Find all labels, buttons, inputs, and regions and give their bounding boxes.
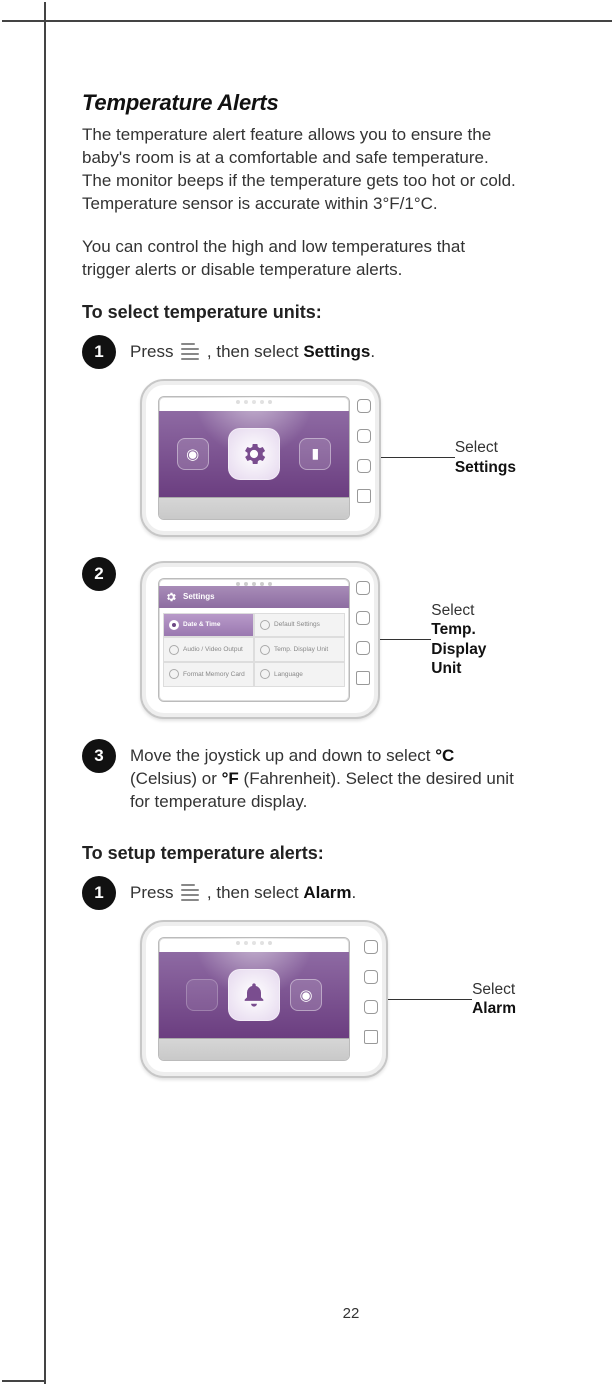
device-menu-button — [364, 1030, 378, 1044]
step-3-row: 3 Move the joystick up and down to selec… — [82, 739, 516, 814]
callout1-bold: Settings — [455, 459, 516, 476]
intro-paragraph-1: The temperature alert feature allows you… — [82, 124, 516, 216]
monitor-device: Settings Date & Time Default Settings Au… — [140, 561, 380, 719]
sec2-step-1-row: 1 Press , then select Alarm. — [82, 876, 516, 910]
page-number: 22 — [46, 1305, 612, 1322]
step-number-1: 1 — [82, 335, 116, 369]
gear-icon — [228, 428, 280, 480]
section-select-units-head: To select temperature units: — [82, 302, 516, 323]
menu-icon — [181, 884, 199, 901]
step3-mid1: (Celsius) or — [130, 769, 222, 788]
sec2-then-select: , then select — [207, 883, 303, 902]
intro-paragraph-2: You can control the high and low tempera… — [82, 236, 516, 282]
step3-fahrenheit-bold: °F — [222, 769, 239, 788]
callout-select-settings: Select Settings — [377, 438, 516, 477]
device-mic-button — [356, 641, 370, 655]
callout2-bold2: Display Unit — [431, 641, 486, 677]
sec2-press-label: Press — [130, 883, 178, 902]
list-item: Language — [254, 662, 345, 687]
menu-icon — [181, 343, 199, 360]
cell-label: Format Memory Card — [183, 671, 245, 678]
callout2-pre: Select — [431, 602, 474, 619]
device-mic-button — [364, 1000, 378, 1014]
device-screen-alarm: ◉ — [158, 937, 350, 1061]
device-menu-button — [357, 489, 371, 503]
prev-icon — [186, 979, 218, 1011]
step-number-3: 3 — [82, 739, 116, 773]
settings-header-label: Settings — [183, 592, 215, 601]
device-power-button — [356, 581, 370, 595]
step1-then-select: , then select — [207, 342, 303, 361]
step1-end: . — [370, 342, 375, 361]
step1-press-label: Press — [130, 342, 178, 361]
callout3-pre: Select — [472, 981, 515, 998]
list-item: Default Settings — [254, 613, 345, 638]
cell-label: Default Settings — [274, 621, 320, 628]
device-screen-settings-list: Settings Date & Time Default Settings Au… — [158, 578, 350, 702]
cell-label: Language — [274, 671, 303, 678]
step-number-2: 2 — [82, 557, 116, 591]
device-menu-button — [356, 671, 370, 685]
list-item: Format Memory Card — [163, 662, 254, 687]
device-screen-settings: ◉ ▮ — [158, 396, 350, 520]
cell-label: Audio / Video Output — [183, 646, 243, 653]
device-mic-button — [357, 459, 371, 473]
device-figure-2: Settings Date & Time Default Settings Au… — [140, 561, 516, 719]
step1-settings-bold: Settings — [303, 342, 370, 361]
device-zoom-button — [364, 970, 378, 984]
sec2-step-1-text: Press , then select Alarm. — [130, 876, 356, 905]
list-item: Date & Time — [163, 613, 254, 638]
device-power-button — [357, 399, 371, 413]
page-title: Temperature Alerts — [82, 90, 516, 116]
step-1-text: Press , then select Settings. — [130, 335, 375, 364]
cell-label: Date & Time — [183, 621, 220, 628]
monitor-device: ◉ — [140, 920, 388, 1078]
sec2-alarm-bold: Alarm — [303, 883, 351, 902]
bell-icon — [228, 969, 280, 1021]
callout-select-alarm: Select Alarm — [384, 980, 516, 1019]
list-item: Audio / Video Output — [163, 637, 254, 662]
callout2-bold1: Temp. — [431, 621, 476, 638]
step3-pre: Move the joystick up and down to select — [130, 746, 435, 765]
step3-celsius-bold: °C — [435, 746, 454, 765]
device-zoom-button — [356, 611, 370, 625]
camera-icon: ◉ — [290, 979, 322, 1011]
callout3-bold: Alarm — [472, 1000, 516, 1017]
battery-icon: ▮ — [299, 438, 331, 470]
device-zoom-button — [357, 429, 371, 443]
monitor-device: ◉ ▮ — [140, 379, 381, 537]
step-number-1: 1 — [82, 876, 116, 910]
camera-icon: ◉ — [177, 438, 209, 470]
sec2-end: . — [352, 883, 357, 902]
step-1-row: 1 Press , then select Settings. — [82, 335, 516, 369]
callout-select-temp-display: Select Temp. Display Unit — [376, 601, 516, 679]
device-power-button — [364, 940, 378, 954]
device-figure-1: ◉ ▮ — [140, 379, 516, 537]
list-item-temp-display: Temp. Display Unit — [254, 637, 345, 662]
device-figure-3: ◉ Select Alarm — [140, 920, 516, 1078]
step-3-text: Move the joystick up and down to select … — [130, 739, 516, 814]
cell-label: Temp. Display Unit — [274, 646, 328, 653]
section-setup-alerts-head: To setup temperature alerts: — [82, 843, 516, 864]
callout1-pre: Select — [455, 439, 498, 456]
gear-icon — [165, 591, 177, 603]
